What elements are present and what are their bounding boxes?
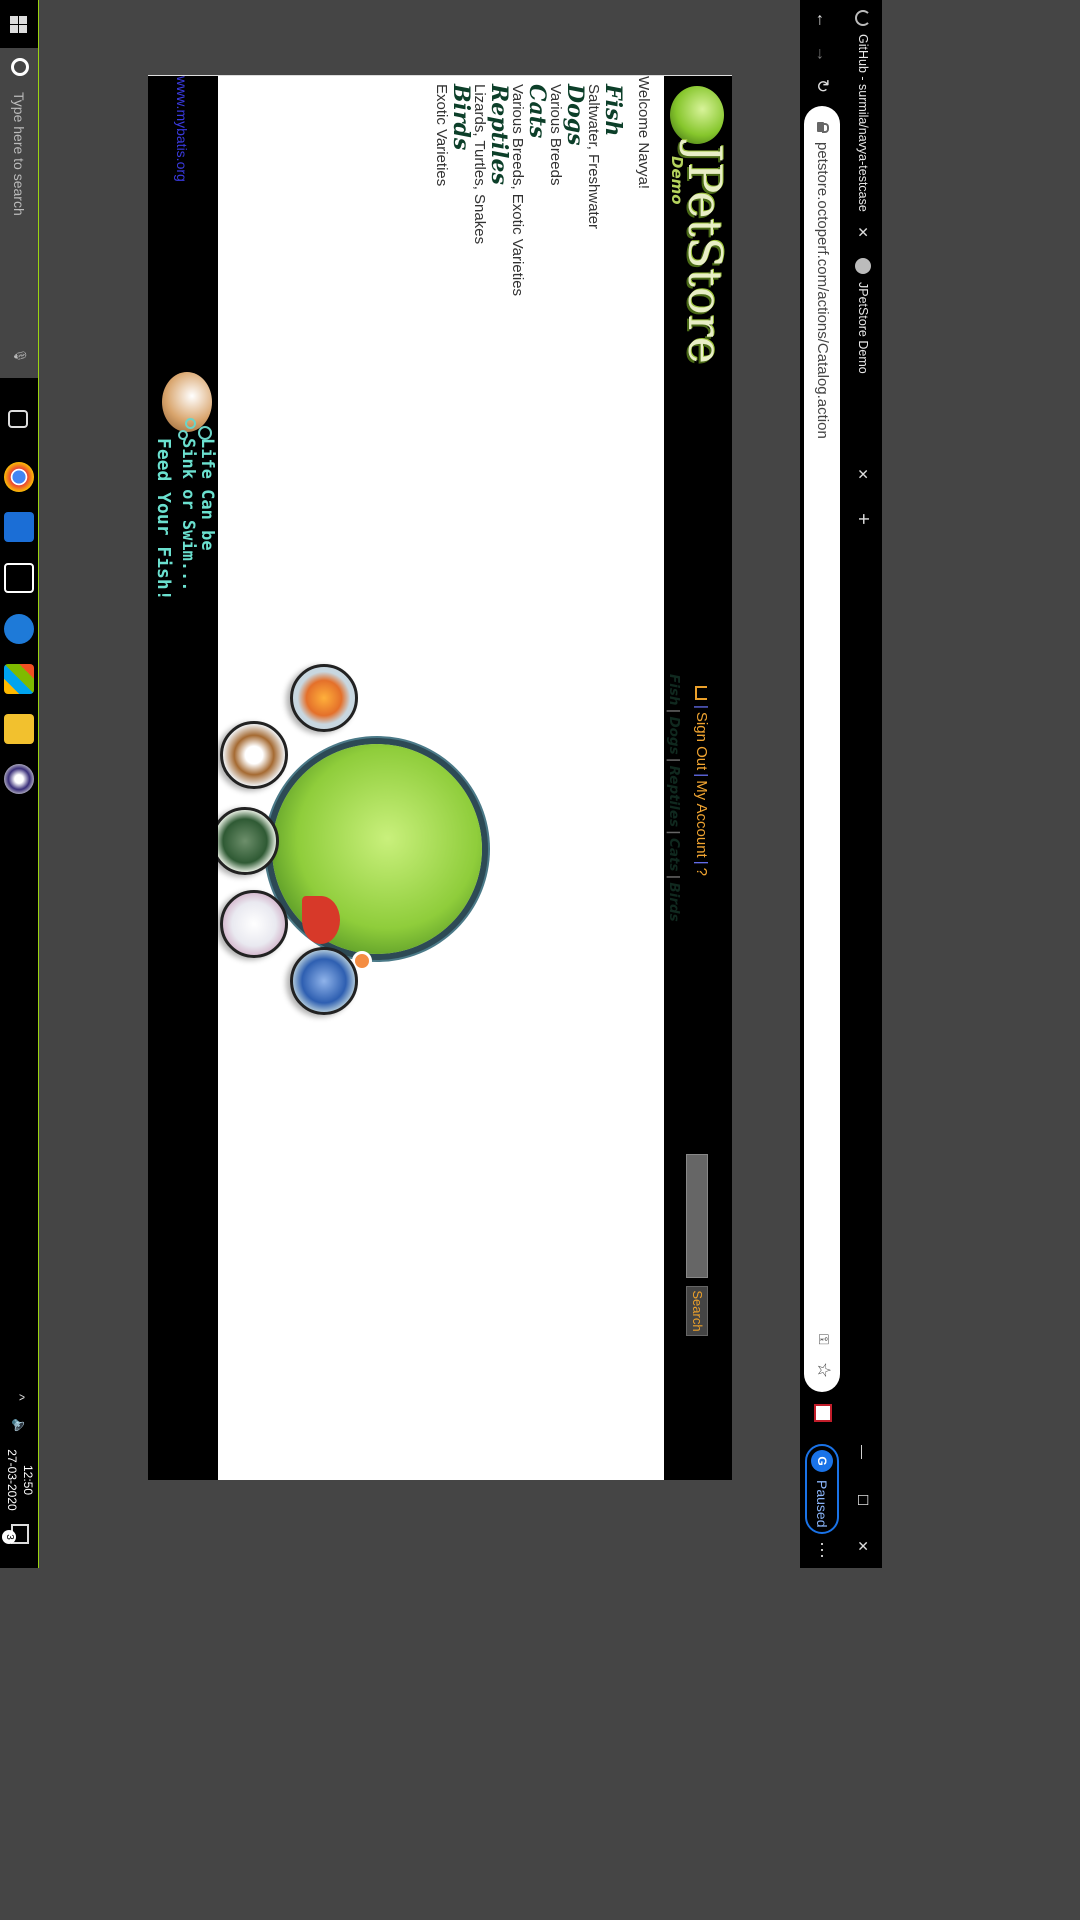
main-pet-graphic	[211, 664, 602, 1024]
taskbar-search-box[interactable]: Type here to search 🎙	[0, 48, 38, 378]
chrome-icon[interactable]	[4, 462, 34, 492]
clock-date: 27-03-2020	[5, 1449, 19, 1511]
mybatis-link[interactable]: www.mybatis.org	[174, 76, 190, 182]
desktop-screen: GitHub - surmila/navya-testcase ✕ JPetSt…	[0, 0, 882, 1568]
fish-banner[interactable]: Life Can be Sink or Swim... Feed Your Fi…	[148, 368, 218, 628]
new-tab-button[interactable]: +	[850, 506, 876, 532]
welcome-message: Welcome Navya!	[635, 76, 652, 190]
notification-badge: 3	[2, 1530, 16, 1544]
loading-icon	[855, 10, 871, 26]
page-viewport: JPetStore Demo |Sign Out|My Account|? Fi…	[39, 0, 800, 1568]
sidebar-category-dogs: Dogs Various Breeds	[547, 84, 588, 185]
quicklink-cats[interactable]: Cats	[666, 838, 682, 872]
banner-line-1: Life Can be	[197, 438, 217, 551]
banner-text: Life Can be Sink or Swim...	[178, 438, 217, 592]
cat-image-link[interactable]	[220, 890, 288, 958]
close-tab-icon[interactable]: ✕	[855, 468, 872, 480]
bird-image-link[interactable]	[290, 947, 358, 1015]
browser-toolbar: ← → ↻ petstore.octoperf.com/actions/Cata…	[800, 0, 844, 1568]
help-link[interactable]: ?	[693, 868, 710, 876]
taskbar-search-placeholder: Type here to search	[11, 92, 27, 216]
sidebar-category-fish: Fish Saltwater, Freshwater	[585, 84, 626, 229]
forward-button[interactable]: →	[808, 40, 836, 68]
category-title[interactable]: Reptiles	[486, 84, 512, 244]
quicklink-fish[interactable]: Fish	[666, 674, 682, 706]
file-explorer-icon[interactable]	[4, 714, 34, 744]
sidebar-category-birds: Birds Exotic Varieties	[433, 84, 474, 187]
browser-tab-github[interactable]: GitHub - surmila/navya-testcase ✕	[844, 0, 882, 248]
windows-start-icon[interactable]	[0, 0, 38, 48]
logo-parrot-icon[interactable]	[670, 86, 724, 144]
tab-title: GitHub - surmila/navya-testcase	[856, 34, 870, 212]
my-account-link[interactable]: My Account	[693, 780, 710, 858]
reptile-image-link[interactable]	[211, 807, 279, 875]
appstore-icon[interactable]	[4, 563, 34, 593]
tray-chevron-icon[interactable]: ^	[12, 1394, 28, 1401]
close-tab-icon[interactable]: ✕	[855, 226, 872, 238]
cortana-icon	[11, 58, 29, 76]
browser-menu-icon[interactable]: ⋯	[811, 1540, 832, 1560]
site-header: JPetStore Demo |Sign Out|My Account|? Fi…	[664, 76, 732, 1480]
site-footer: www.mybatis.org Life Can be Sink or Swim…	[148, 76, 218, 1480]
clock-time: 12:50	[21, 1464, 35, 1496]
reload-button[interactable]: ↻	[808, 72, 836, 100]
key-icon[interactable]: ⚿	[812, 1334, 832, 1354]
speaker-icon[interactable]: 🔈	[11, 1418, 28, 1435]
parrot-beak	[302, 896, 340, 944]
category-desc: Exotic Varieties	[433, 84, 450, 187]
browser-tab-jpetstore[interactable]: JPetStore Demo ✕	[844, 248, 882, 490]
extension-icon[interactable]	[814, 1404, 832, 1422]
close-window-button[interactable]: ✕	[844, 1522, 882, 1568]
globe-icon	[855, 258, 871, 274]
task-view-icon[interactable]	[8, 410, 28, 428]
tab-title: JPetStore Demo	[856, 282, 870, 374]
teamviewer-icon[interactable]	[4, 512, 34, 542]
quicklink-dogs[interactable]: Dogs	[666, 716, 682, 754]
system-clock[interactable]: 12:50 27-03-2020	[4, 1440, 36, 1520]
category-title[interactable]: Cats	[524, 84, 550, 296]
quicklink-birds[interactable]: Birds	[666, 882, 682, 921]
url-text[interactable]: petstore.octoperf.com/actions/Catalog.ac…	[814, 142, 831, 439]
search-button[interactable]: Search	[686, 1286, 708, 1336]
sidebar-category-reptiles: Reptiles Lizards, Turtles, Snakes	[471, 84, 512, 244]
sign-out-link[interactable]: Sign Out	[693, 712, 710, 770]
microphone-icon[interactable]: 🎙	[11, 348, 27, 363]
profile-button[interactable]: G Paused	[805, 1444, 839, 1534]
header-menu: |Sign Out|My Account|?	[693, 686, 710, 876]
logo-title[interactable]: JPetStore	[678, 144, 732, 364]
sidebar-category-cats: Cats Various Breeds, Exotic Varieties	[509, 84, 550, 296]
minimize-button[interactable]: —	[844, 1428, 882, 1476]
profile-status: Paused	[814, 1480, 830, 1528]
store-icon[interactable]	[4, 664, 34, 694]
browser-tab-strip: GitHub - surmila/navya-testcase ✕ JPetSt…	[844, 0, 882, 1568]
logo-subtitle: Demo	[668, 156, 686, 205]
bubble-icon	[185, 418, 196, 429]
category-title[interactable]: Fish	[600, 84, 626, 229]
address-bar[interactable]: petstore.octoperf.com/actions/Catalog.ac…	[804, 106, 840, 1392]
windows-taskbar: Type here to search 🎙 ^ 🔈 12:50 27-03-20…	[0, 0, 39, 1568]
quicklink-reptiles[interactable]: Reptiles	[666, 766, 682, 827]
jpetstore-page: JPetStore Demo |Sign Out|My Account|? Fi…	[148, 75, 732, 1480]
dog-image-link[interactable]	[220, 721, 288, 789]
fish-image-link[interactable]	[290, 664, 358, 732]
back-button[interactable]: ←	[808, 6, 836, 34]
maximize-button[interactable]: ☐	[844, 1476, 882, 1524]
category-title[interactable]: Birds	[448, 84, 474, 186]
bookmark-star-icon[interactable]: ☆	[812, 1362, 834, 1384]
category-title[interactable]: Dogs	[562, 84, 588, 185]
avatar: G	[811, 1450, 833, 1472]
quick-links: Fish|Dogs|Reptiles|Cats|Birds	[666, 674, 682, 922]
search-input[interactable]	[686, 1154, 708, 1278]
eclipse-icon[interactable]	[4, 764, 34, 794]
lock-icon	[817, 122, 829, 132]
edge-icon[interactable]	[4, 614, 34, 644]
banner-line-3: Feed Your Fish!	[153, 438, 174, 601]
cart-icon[interactable]	[694, 686, 707, 700]
banner-line-2: Sink or Swim...	[178, 438, 198, 592]
